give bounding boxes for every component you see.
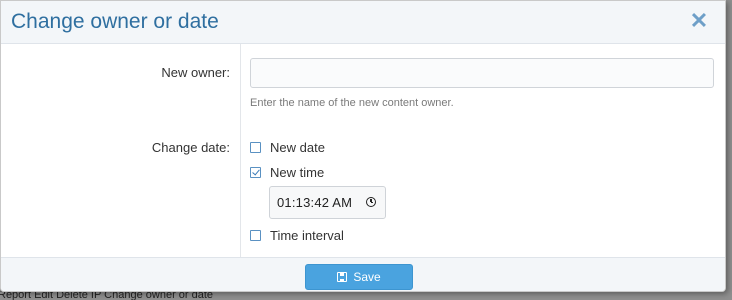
new-owner-hint: Enter the name of the new content owner.: [250, 97, 454, 109]
clock-icon[interactable]: [366, 197, 376, 207]
time-interval-option[interactable]: Time interval: [250, 227, 344, 243]
close-icon[interactable]: ✕: [689, 10, 709, 32]
save-button-label: Save: [353, 270, 381, 284]
new-date-option[interactable]: New date: [250, 139, 325, 155]
background-page-text: Report Edit Delete IP Change owner or da…: [0, 291, 214, 300]
label-column: New owner: Change date:: [1, 44, 240, 257]
dialog-footer: Save: [1, 257, 725, 291]
new-time-checkbox[interactable]: [250, 166, 261, 178]
change-owner-dialog: Change owner or date ✕ New owner: Change…: [0, 0, 726, 292]
column-divider: [240, 44, 241, 257]
dialog-title: Change owner or date: [11, 10, 219, 33]
floppy-disk-icon: [337, 272, 348, 282]
new-time-option[interactable]: New time: [250, 164, 324, 180]
time-value: 01:13:42 AM: [277, 195, 353, 210]
new-owner-label: New owner:: [161, 65, 230, 80]
dialog-header: Change owner or date ✕: [1, 1, 725, 44]
save-button[interactable]: Save: [305, 264, 413, 290]
new-time-label: New time: [270, 164, 325, 180]
new-date-label: New date: [270, 139, 325, 155]
time-input[interactable]: 01:13:42 AM: [269, 186, 386, 219]
time-interval-label: Time interval: [270, 227, 344, 243]
new-date-checkbox[interactable]: [250, 141, 261, 153]
change-date-label: Change date:: [151, 140, 230, 155]
time-interval-checkbox[interactable]: [250, 229, 261, 241]
new-owner-input[interactable]: [250, 58, 714, 88]
